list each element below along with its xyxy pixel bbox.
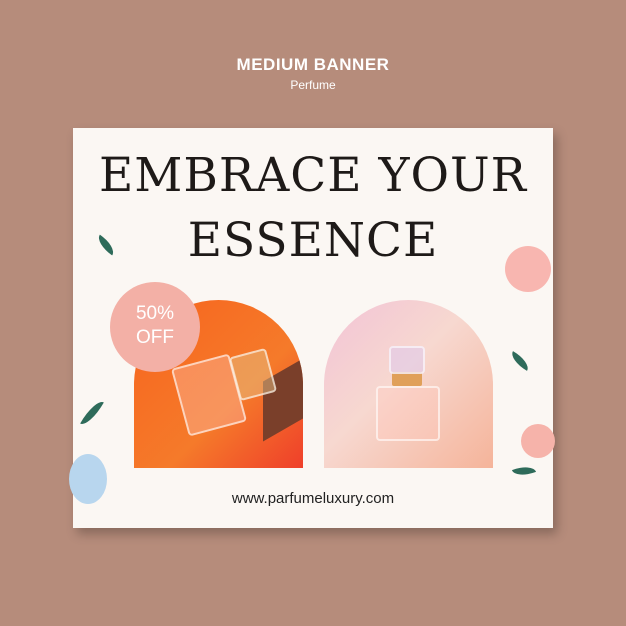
pink-flower-icon [505,246,551,292]
product-image-pink [324,300,493,468]
branch-icon [80,397,104,429]
badge-percent: 50% [135,303,175,324]
leaf-icon [507,351,533,371]
bottle-cap [389,346,425,374]
perfume-bottle [376,386,440,441]
badge-off: OFF [136,327,174,348]
rose-icon [521,424,555,458]
mockup-subtitle: Perfume [290,78,336,92]
leaf-icon [511,462,537,480]
website-url[interactable]: www.parfumeluxury.com [73,490,553,507]
discount-badge: 50% OFF [110,282,200,372]
banner-card: EMBRACE YOUR ESSENCE 50% OFF www.parfume… [69,128,555,528]
headline-line1: EMBRACE YOUR [98,148,528,203]
mockup-title: MEDIUM BANNER [236,55,390,74]
headline-line2: ESSENCE [187,213,439,268]
